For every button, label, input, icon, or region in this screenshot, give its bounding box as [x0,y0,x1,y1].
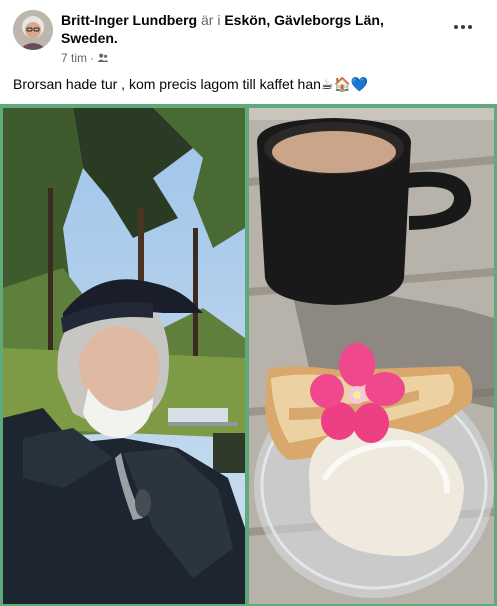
man-photo-illustration [3,108,245,604]
post-header: Britt-Inger Lundberg är i Eskön, Gävlebo… [61,11,441,47]
meta-separator: · [90,51,95,65]
photo-gallery [0,104,497,606]
more-dot-icon [461,25,465,29]
post-timestamp[interactable]: 7 tim [61,50,87,66]
coffee-photo-illustration [249,108,494,604]
post-text: Brorsan hade tur , kom precis lagom till… [13,76,369,92]
facebook-post: Britt-Inger Lundberg är i Eskön, Gävlebo… [0,0,497,606]
more-dot-icon [468,25,472,29]
photo-coffee-and-cake[interactable] [249,108,494,604]
location-connector: är i [201,12,221,28]
post-meta: 7 tim · [61,50,109,66]
more-dot-icon [454,25,458,29]
author-name[interactable]: Britt-Inger Lundberg [61,12,197,28]
avatar-picture [13,10,53,50]
author-avatar[interactable] [13,10,53,50]
more-options-button[interactable] [449,15,477,39]
photo-man-in-cap[interactable] [3,108,245,604]
friends-icon[interactable] [97,52,109,64]
